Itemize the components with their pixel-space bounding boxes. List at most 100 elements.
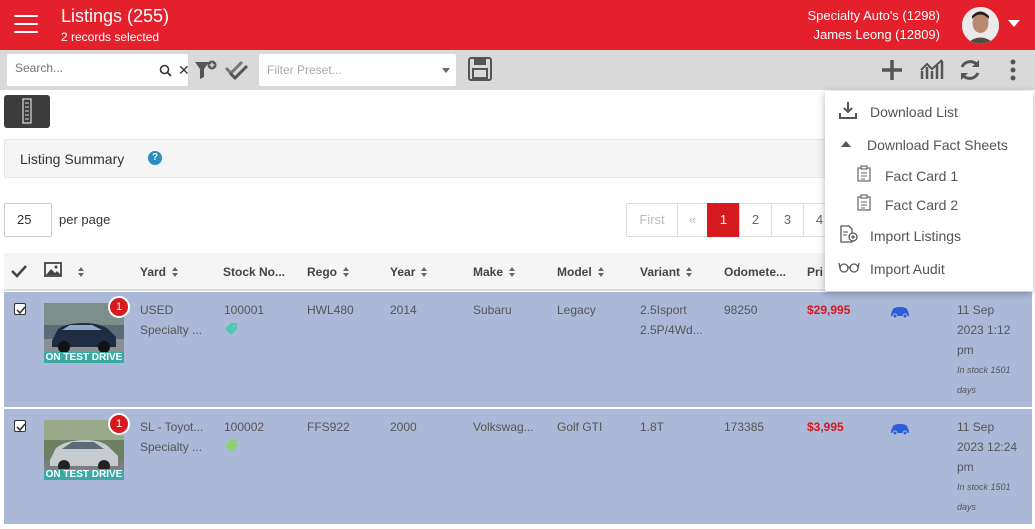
date-cell-time: 2023 1:12: [957, 323, 1011, 337]
help-icon[interactable]: ?: [148, 151, 162, 165]
yard-cell-secondary: Specialty ...: [140, 323, 203, 337]
filter-preset-select[interactable]: Filter Preset...: [259, 54, 456, 86]
column-header-odometer[interactable]: Odomete...: [724, 265, 786, 279]
table-row[interactable]: ON TEST DRIVE 1 SL - Toyot... Specialty …: [4, 409, 1032, 525]
yard-cell: USED: [140, 303, 174, 317]
import-file-icon: [840, 225, 858, 243]
filter-add-icon[interactable]: [193, 57, 219, 83]
date-cell-ampm: pm: [957, 343, 974, 357]
clipboard-icon: [857, 165, 871, 182]
variant-cell: 2.5Isport: [640, 303, 687, 317]
in-stock-days: In stock 1501: [957, 365, 1011, 375]
column-header-price[interactable]: Pri: [807, 265, 823, 279]
row-checkbox[interactable]: [14, 303, 26, 315]
page-prev-button[interactable]: «: [677, 203, 708, 237]
page-3-button[interactable]: 3: [771, 203, 804, 237]
page-1-button[interactable]: 1: [707, 203, 740, 237]
menu-item-import-audit-label: Import Audit: [870, 261, 945, 277]
column-header-price-label: Pri: [807, 265, 824, 279]
page-2-button[interactable]: 2: [739, 203, 772, 237]
year-cell: 2000: [390, 420, 417, 434]
chart-icon[interactable]: [919, 57, 945, 83]
sort-icon: [421, 267, 428, 277]
glasses-icon: [838, 262, 860, 273]
clear-search-icon[interactable]: ✕: [178, 63, 190, 77]
page-title: Listings (255): [61, 6, 170, 26]
odometer-cell: 98250: [724, 303, 758, 317]
refresh-icon[interactable]: [957, 57, 983, 83]
menu-item-import-listings-label: Import Listings: [870, 228, 962, 244]
sort-icon: [172, 267, 179, 277]
column-header-model[interactable]: Model: [557, 265, 605, 279]
more-vertical-icon[interactable]: [1000, 57, 1026, 83]
search-input[interactable]: [15, 61, 145, 75]
model-cell: Golf GTI: [557, 420, 603, 434]
car-icon[interactable]: [890, 423, 910, 435]
notification-badge: 1: [108, 296, 130, 318]
column-header-stock-label: Stock No...: [223, 265, 286, 279]
status-badge: ON TEST DRIVE: [44, 352, 124, 363]
pagination: First « 1 2 3 4: [626, 203, 836, 237]
status-badge: ON TEST DRIVE: [44, 469, 124, 480]
row-checkbox[interactable]: [14, 420, 26, 432]
column-header-year[interactable]: Year: [390, 265, 428, 279]
app-header: Listings (255) 2 records selected Specia…: [0, 0, 1035, 50]
caret-up-icon: [841, 141, 851, 147]
user-name: James Leong (12809): [813, 27, 940, 42]
notification-badge: 1: [108, 413, 130, 435]
car-icon[interactable]: [890, 306, 910, 318]
stock-number-cell: 100002: [224, 420, 265, 434]
in-stock-days-unit: days: [957, 502, 977, 512]
rego-cell: FFS922: [307, 420, 350, 434]
column-header-variant[interactable]: Variant: [640, 265, 693, 279]
add-icon[interactable]: [879, 57, 905, 83]
column-header-odometer-label: Odomete...: [724, 265, 787, 279]
make-cell: Volkswag...: [473, 420, 534, 434]
sort-icon: [597, 267, 605, 277]
date-cell: 11 Sep: [957, 420, 995, 434]
column-header-make[interactable]: Make: [473, 265, 516, 279]
model-cell: Legacy: [557, 303, 596, 317]
more-actions-menu: Download List Download Fact Sheets Fact …: [825, 91, 1033, 291]
tag-icon: [225, 323, 237, 335]
user-menu-caret-icon[interactable]: [1008, 20, 1020, 27]
column-header-rego[interactable]: Rego: [307, 265, 350, 279]
image-icon: [44, 262, 62, 277]
variant-cell-secondary: 2.5P/4Wd...: [640, 323, 703, 337]
price-cell: $29,995: [807, 303, 851, 317]
sort-icon: [343, 267, 350, 277]
year-cell: 2014: [390, 303, 417, 317]
page-first-button[interactable]: First: [626, 203, 678, 237]
in-stock-days-unit: days: [957, 385, 977, 395]
sort-icon: [686, 267, 693, 277]
listing-summary-title: Listing Summary: [20, 151, 125, 167]
odometer-cell: 173385: [724, 420, 765, 434]
date-cell-ampm: pm: [957, 460, 974, 474]
search-icon[interactable]: [159, 64, 172, 77]
table-row[interactable]: ON TEST DRIVE 1 USED Specialty ... 10000…: [4, 292, 1032, 408]
column-header-stock[interactable]: Stock No...: [223, 265, 285, 279]
chevron-down-icon: [442, 68, 450, 73]
column-header-year-label: Year: [390, 265, 416, 279]
column-header-variant-label: Variant: [640, 265, 681, 279]
image-column-header[interactable]: [44, 262, 84, 282]
column-header-yard-label: Yard: [140, 265, 167, 279]
menu-item-download-list-label: Download List: [870, 104, 958, 120]
rego-cell: HWL480: [307, 303, 354, 317]
clipboard-icon: [857, 194, 871, 211]
yard-cell: SL - Toyot...: [140, 420, 204, 434]
per-page-input[interactable]: 25: [4, 203, 52, 237]
variant-cell: 1.8T: [640, 420, 665, 434]
column-header-yard[interactable]: Yard: [140, 265, 179, 279]
sort-icon: [78, 267, 85, 277]
hamburger-menu-icon[interactable]: [14, 15, 38, 35]
avatar[interactable]: [962, 7, 999, 44]
save-icon[interactable]: [467, 56, 493, 82]
select-all-icon[interactable]: [224, 57, 250, 83]
company-name: Specialty Auto's (1298): [807, 8, 940, 23]
menu-item-fact-card-1-label: Fact Card 1: [885, 168, 959, 184]
column-header-make-label: Make: [473, 265, 504, 279]
select-all-checkmark-icon[interactable]: [11, 264, 27, 278]
date-cell: 11 Sep: [957, 303, 995, 317]
view-toggle-button[interactable]: [4, 95, 50, 128]
